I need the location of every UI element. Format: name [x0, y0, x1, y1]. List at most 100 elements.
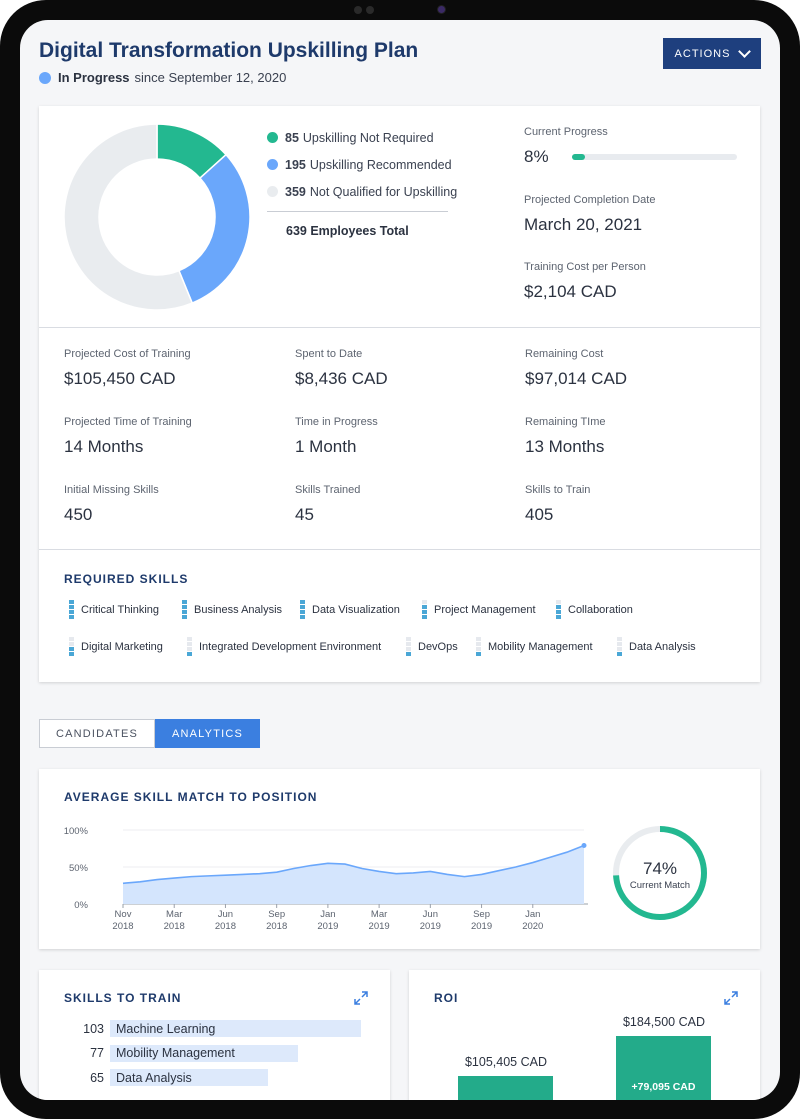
camera-lens [438, 6, 445, 13]
x-tick-month: Mar [166, 909, 182, 920]
x-tick-month: Mar [371, 909, 387, 920]
view-tabs: CANDIDATES ANALYTICS [39, 719, 260, 748]
stat-value: 1 Month [295, 437, 357, 456]
y-tick-label: 50% [69, 863, 89, 874]
skill-name: Mobility Management [488, 640, 593, 653]
legend-item: 195 Upskilling Recommended [267, 151, 457, 178]
progress-label: Current Progress [524, 126, 608, 138]
skill-bar-row: 77 Mobility Management [64, 1044, 298, 1062]
x-tick-month: Sep [268, 909, 285, 920]
stat: Spent to Date $8,436 CAD [295, 348, 388, 389]
skill-name: Critical Thinking [81, 603, 160, 616]
legend-item: 85 Upskilling Not Required [267, 124, 457, 151]
stat: Projected Time of Training 14 Months [64, 416, 192, 457]
donut-legend: 85 Upskilling Not Required 195 Upskillin… [267, 124, 457, 238]
legend-dot-icon [267, 186, 278, 197]
x-tick-year: 2018 [164, 921, 185, 932]
legend-label: Upskilling Not Required [302, 130, 434, 145]
skill-tag: Mobility Management [476, 637, 593, 656]
skill-bar-row: 103 Machine Learning [64, 1020, 361, 1037]
legend-item: 359 Not Qualified for Upskilling [267, 178, 457, 205]
tab-candidates[interactable]: CANDIDATES [39, 719, 155, 748]
skills-to-train-card: SKILLS TO TRAIN 103 Machine Learning 77 Mob… [39, 970, 390, 1100]
stat: Remaining Cost $97,014 CAD [525, 348, 627, 389]
tab-analytics[interactable]: ANALYTICS [155, 719, 260, 748]
completion-date: Projected Completion Date March 20, 2021 [524, 194, 655, 235]
expand-icon[interactable] [354, 991, 368, 1005]
stat-value: $8,436 CAD [295, 369, 388, 388]
legend-divider [267, 211, 448, 212]
skill-match-card: AVERAGE SKILL MATCH TO POSITION 100% 50% 0… [39, 769, 760, 949]
progress-line: 8% [524, 147, 737, 167]
stat-label: Time in Progress [295, 416, 378, 428]
skill-tag: Business Analysis [182, 600, 282, 619]
skill-bar-value: 65 [90, 1070, 104, 1085]
skill-level-icon [617, 637, 622, 656]
x-tick-year: 2019 [317, 921, 338, 932]
skill-level-icon [69, 637, 74, 656]
donut-slice [177, 153, 250, 305]
completion-label: Projected Completion Date [524, 194, 656, 206]
stat-value: 405 [525, 505, 554, 524]
skill-bar: Machine Learning [110, 1020, 361, 1037]
legend-count: 85 [285, 130, 299, 145]
skill-bar: Mobility Management [110, 1044, 298, 1062]
stat-label: Projected Cost of Training [64, 348, 191, 360]
skill-tag: Integrated Development Environment [187, 637, 381, 656]
skill-name: Integrated Development Environment [199, 640, 382, 653]
stat: Initial Missing Skills 450 [64, 484, 159, 525]
skill-level-icon [406, 637, 411, 656]
stat-value: $97,014 CAD [525, 369, 628, 388]
skill-bar-row: 65 Data Analysis [64, 1069, 269, 1086]
actions-button[interactable]: ACTIONS [663, 38, 761, 69]
completion-value: March 20, 2021 [524, 215, 643, 234]
skill-bar-value: 77 [90, 1046, 104, 1060]
required-skills-title: REQUIRED SKILLS [64, 572, 189, 586]
cost-per-person-value: $2,104 CAD [524, 282, 617, 301]
x-tick-month: Sep [473, 909, 490, 920]
roi-bar-label: $105,405 CAD [464, 1055, 547, 1070]
skill-tag: Digital Marketing [69, 637, 163, 656]
chevron-down-icon [738, 45, 752, 58]
progress-value: 8% [524, 147, 549, 166]
progress-bar-fill [572, 154, 586, 160]
stat-value: 13 Months [525, 437, 605, 456]
stat-value: $105,450 CAD [64, 369, 176, 388]
stat-label: Projected Time of Training [64, 416, 192, 428]
last-point [581, 843, 587, 849]
stat-label: Skills Trained [295, 484, 361, 496]
tablet-frame: Digital Transformation Upskilling Plan I… [0, 0, 800, 1119]
skill-tag: Data Analysis [617, 637, 696, 656]
stat-label: Spent to Date [295, 348, 363, 360]
stat-label: Remaining TIme [525, 416, 606, 428]
stat-label: Remaining Cost [525, 348, 604, 360]
skill-name: Data Visualization [312, 603, 400, 616]
legend-count: 359 [285, 184, 306, 199]
x-tick-month: Jun [218, 909, 233, 920]
stat-value: 45 [295, 505, 314, 524]
skill-name: DevOps [418, 640, 458, 653]
stat-value: 14 Months [64, 437, 144, 456]
skill-tag: Collaboration [556, 600, 633, 619]
y-tick-label: 100% [64, 826, 89, 837]
x-tick-year: 2018 [266, 921, 287, 932]
skill-tag: DevOps [406, 637, 458, 656]
skill-level-icon [476, 637, 481, 656]
stat: Skills to Train 405 [525, 484, 590, 525]
status-row: In Progress since September 12, 2020 [39, 70, 286, 85]
stat-label: Skills to Train [525, 484, 591, 496]
gauge-value: 74% [643, 859, 677, 878]
x-tick-month: Jun [423, 909, 438, 920]
x-tick-year: 2020 [522, 921, 543, 932]
expand-icon[interactable] [724, 991, 738, 1005]
skill-level-icon [187, 637, 192, 656]
page-title: Digital Transformation Upskilling Plan [39, 39, 419, 62]
roi-bar-label: $184,500 CAD [622, 1015, 705, 1029]
stat: Projected Cost of Training $105,450 CAD [64, 348, 191, 389]
skill-name: Data Analysis [629, 640, 696, 653]
cost-per-person-label: Training Cost per Person [524, 261, 646, 273]
x-tick-month: Jan [320, 909, 335, 920]
status-dot-icon [39, 71, 51, 84]
employees-total: 639 Employees Total [286, 224, 409, 238]
skill-name: Project Management [434, 603, 536, 616]
